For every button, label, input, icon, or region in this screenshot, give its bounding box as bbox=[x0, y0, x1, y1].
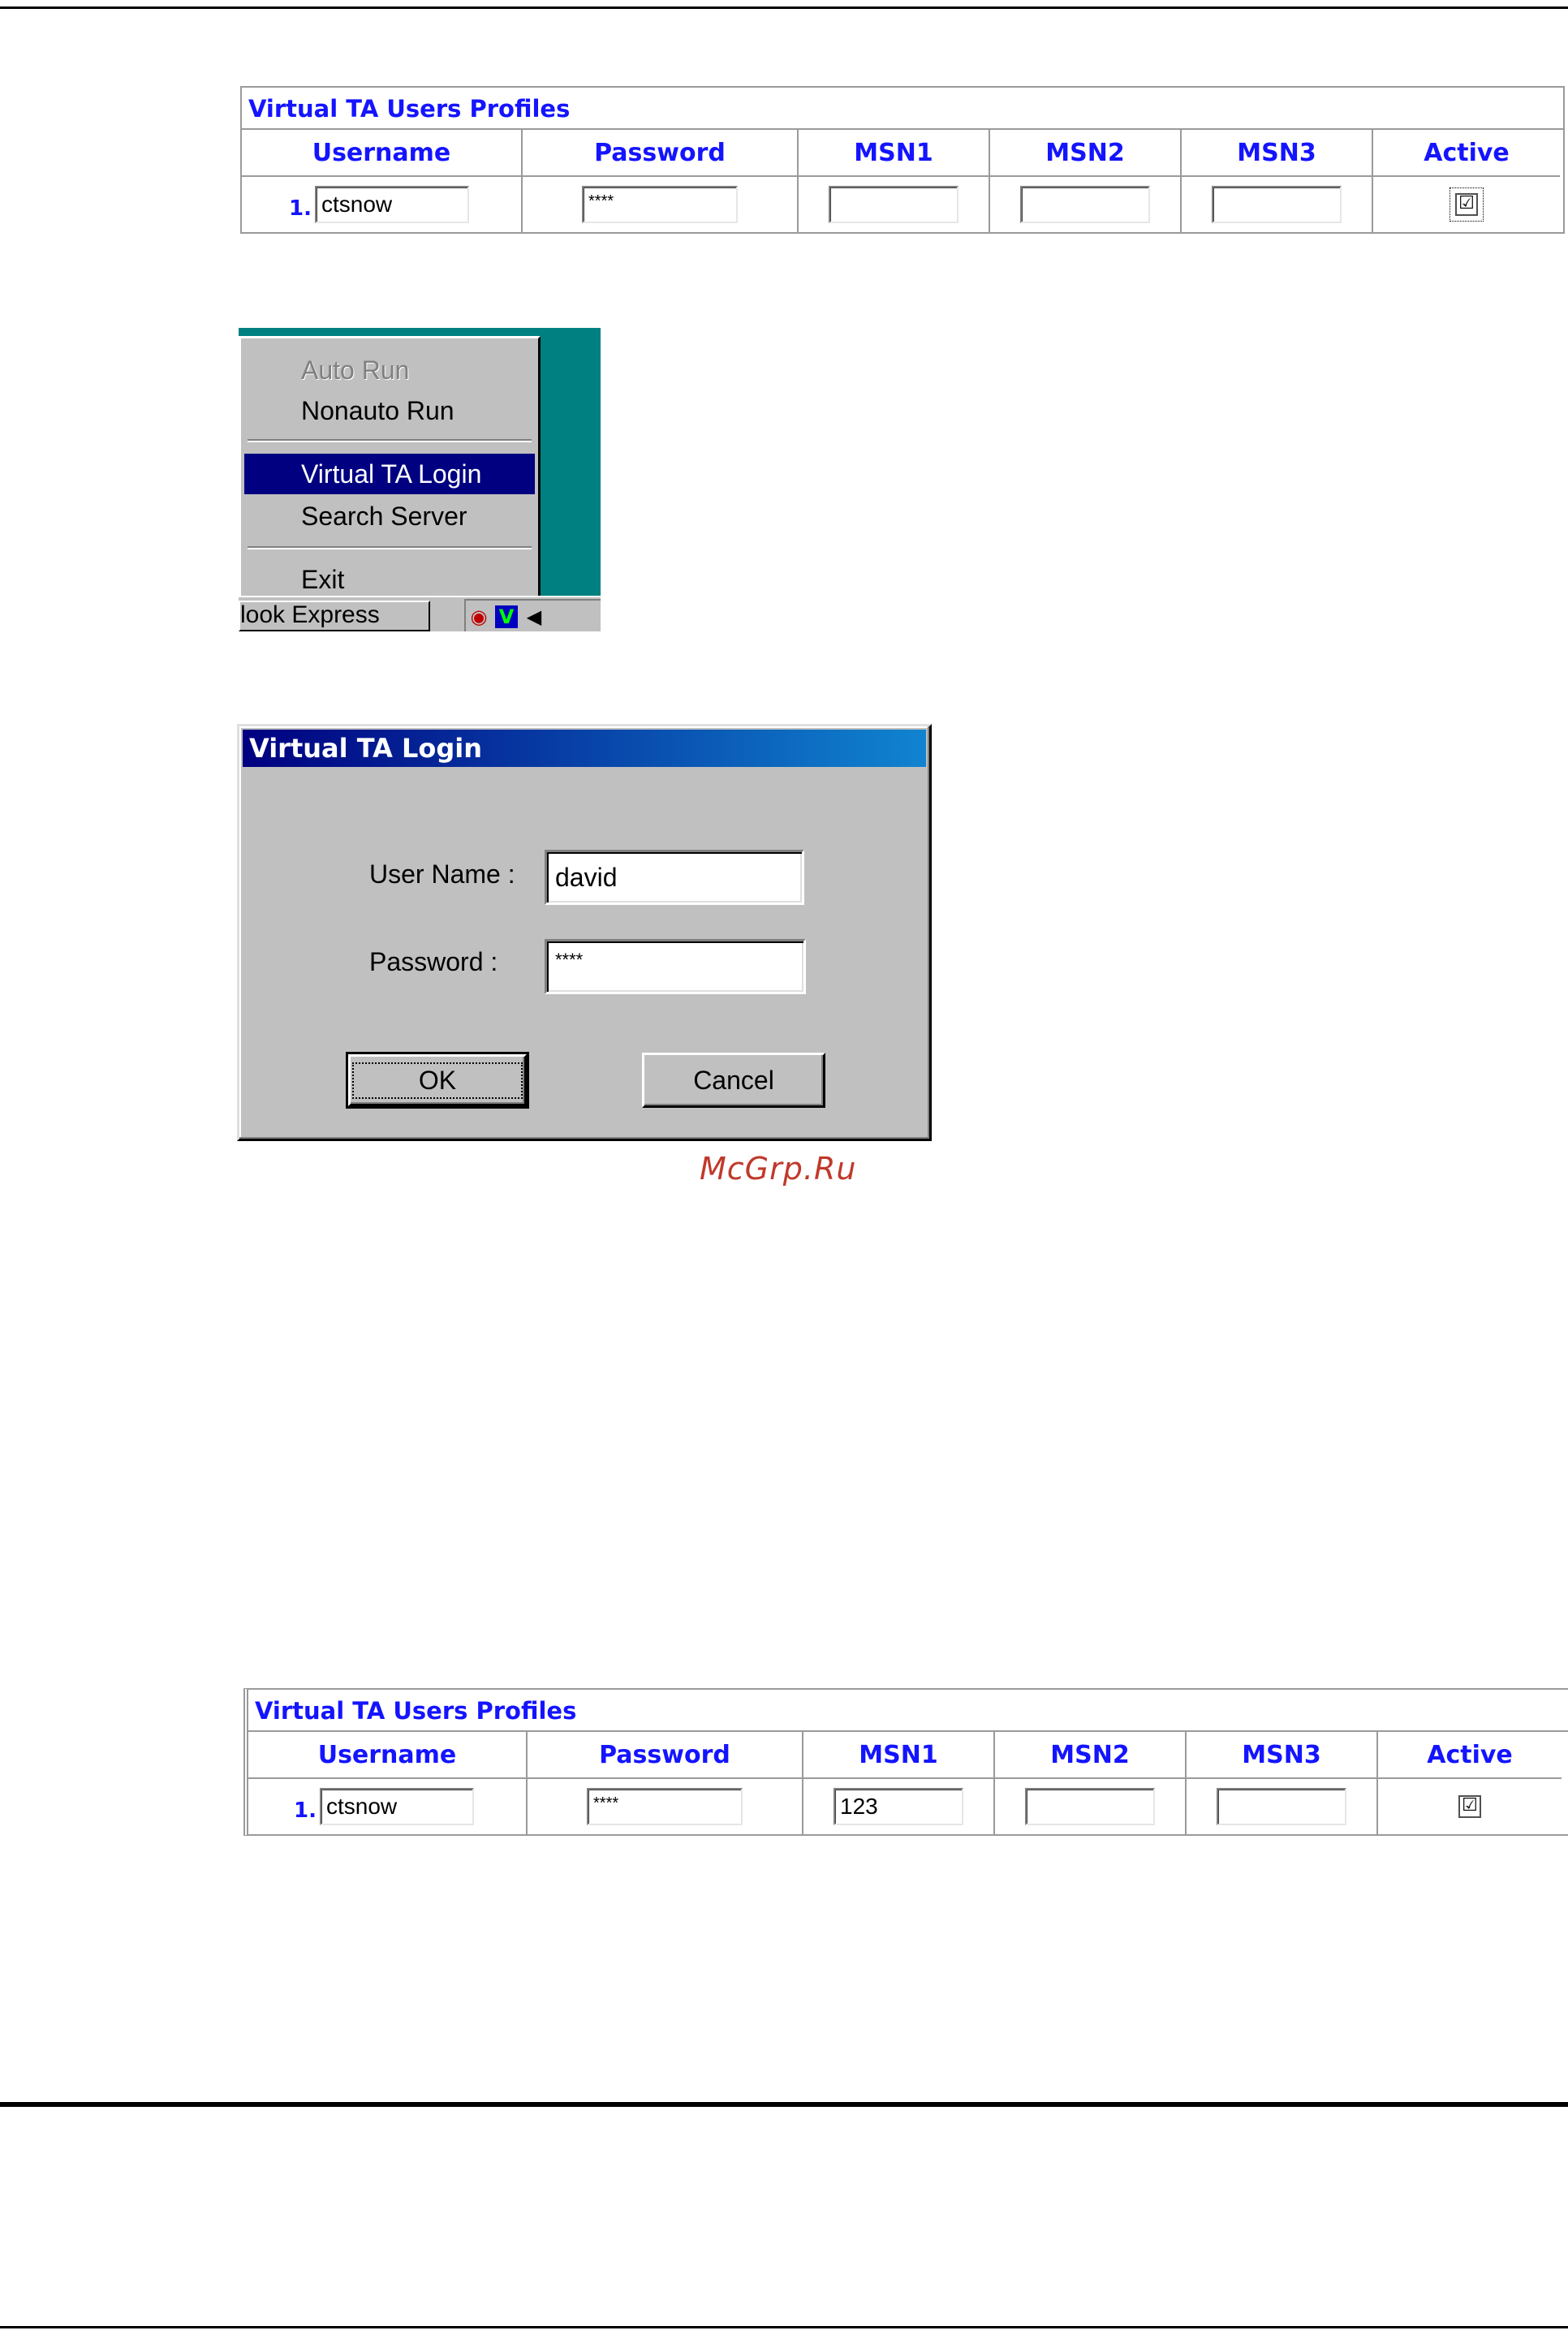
header-password: Password bbox=[528, 1732, 802, 1779]
password-label: Password : bbox=[369, 947, 498, 976]
menu-item-search-server[interactable]: Search Server bbox=[244, 496, 535, 536]
watermark: McGrp.Ru bbox=[700, 1151, 857, 1187]
header-active: Active bbox=[1373, 130, 1560, 177]
header-active: Active bbox=[1378, 1732, 1562, 1779]
msn1-input[interactable] bbox=[829, 186, 958, 223]
active-checkbox-focus: ☑ bbox=[1450, 187, 1484, 222]
virtual-ta-login-dialog: Virtual TA Login User Name : david Passw… bbox=[237, 724, 932, 1141]
menu-item-nonauto-run[interactable]: Nonauto Run bbox=[244, 390, 535, 431]
speaker-icon[interactable]: ◀ bbox=[523, 605, 545, 628]
tray-app-icon[interactable]: ◉ bbox=[467, 605, 490, 628]
table-title: Virtual TA Users Profiles bbox=[242, 88, 1563, 130]
menu-item-exit[interactable]: Exit bbox=[244, 559, 535, 600]
header-username: Username bbox=[248, 1732, 526, 1779]
header-msn3: MSN3 bbox=[1187, 1732, 1376, 1779]
row-number: 1. bbox=[294, 1798, 317, 1823]
password-input[interactable]: **** bbox=[587, 1788, 743, 1825]
tray-menu-screenshot: Auto Run Nonauto Run Virtual TA Login Se… bbox=[239, 328, 601, 631]
top-rule bbox=[0, 6, 1568, 9]
users-profiles-table-updated: Virtual TA Users Profiles Username 1. ct… bbox=[243, 1688, 1568, 1836]
header-msn1: MSN1 bbox=[799, 130, 989, 177]
header-password: Password bbox=[523, 130, 797, 177]
taskbar-button-outlook-express[interactable]: look Express bbox=[239, 601, 430, 631]
system-tray: ◉ V ◀ bbox=[464, 599, 601, 631]
bottom-rule bbox=[0, 2102, 1568, 2107]
menu-item-auto-run[interactable]: Auto Run bbox=[244, 350, 535, 390]
menu-separator bbox=[248, 546, 532, 549]
taskbar: look Express ◉ V ◀ bbox=[239, 596, 601, 631]
msn1-input[interactable]: 123 bbox=[834, 1788, 963, 1825]
username-input[interactable]: ctsnow bbox=[315, 186, 469, 223]
active-checkbox[interactable]: ☑ bbox=[1458, 1795, 1481, 1818]
footer-rule bbox=[0, 2326, 1568, 2328]
virtual-ta-tray-icon[interactable]: V bbox=[495, 605, 518, 628]
dialog-title: Virtual TA Login bbox=[243, 730, 926, 767]
header-msn1: MSN1 bbox=[803, 1732, 993, 1779]
header-username: Username bbox=[242, 130, 521, 177]
msn2-input[interactable] bbox=[1025, 1788, 1155, 1825]
msn3-input[interactable] bbox=[1217, 1788, 1346, 1825]
menu-separator bbox=[248, 439, 532, 442]
header-msn2: MSN2 bbox=[990, 130, 1180, 177]
row-number: 1. bbox=[289, 196, 312, 221]
password-input[interactable]: **** bbox=[582, 186, 738, 223]
msn2-input[interactable] bbox=[1020, 186, 1150, 223]
login-username-input[interactable]: david bbox=[545, 850, 804, 905]
cancel-button[interactable]: Cancel bbox=[642, 1053, 825, 1108]
login-password-input[interactable]: **** bbox=[545, 939, 806, 994]
ok-button[interactable]: OK bbox=[346, 1052, 529, 1109]
users-profiles-table: Virtual TA Users Profiles Username 1. ct… bbox=[240, 86, 1565, 234]
active-checkbox[interactable]: ☑ bbox=[1455, 193, 1478, 216]
tray-context-menu: Auto Run Nonauto Run Virtual TA Login Se… bbox=[239, 336, 541, 605]
username-input[interactable]: ctsnow bbox=[320, 1788, 474, 1825]
msn3-input[interactable] bbox=[1212, 186, 1342, 223]
menu-item-virtual-ta-login[interactable]: Virtual TA Login bbox=[244, 454, 535, 494]
ok-button-label: OK bbox=[351, 1062, 523, 1099]
table-title: Virtual TA Users Profiles bbox=[248, 1690, 1568, 1732]
username-label: User Name : bbox=[369, 859, 515, 889]
header-msn2: MSN2 bbox=[995, 1732, 1185, 1779]
header-msn3: MSN3 bbox=[1182, 130, 1372, 177]
